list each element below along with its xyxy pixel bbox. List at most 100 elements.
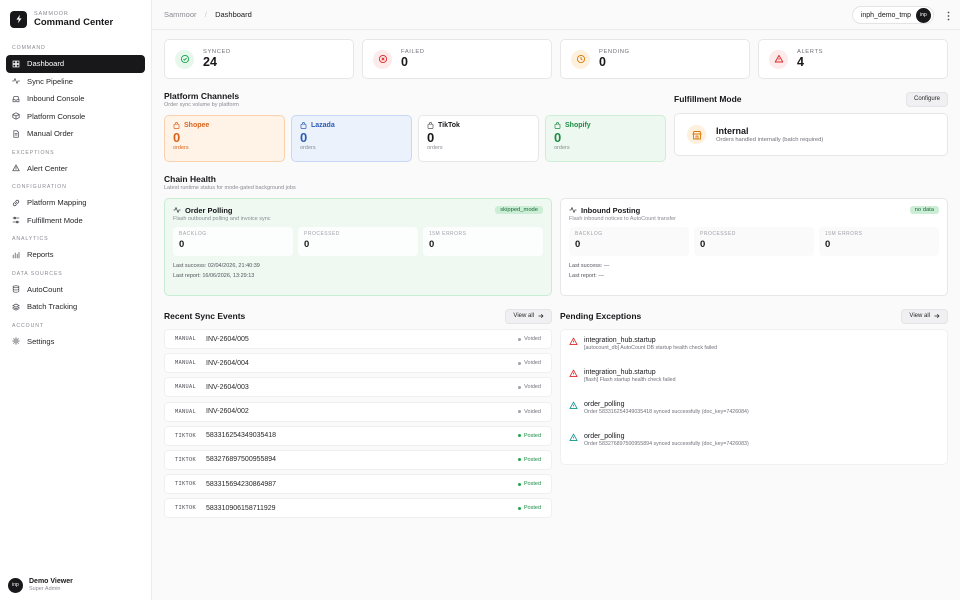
exception-title: integration_hub.startup xyxy=(584,337,656,344)
metric-processed: PROCESSED 0 xyxy=(298,227,418,256)
sidebar-item-alert-center[interactable]: Alert Center xyxy=(6,160,145,178)
sidebar-item-autocount[interactable]: AutoCount xyxy=(6,281,145,299)
pending-exceptions-title: Pending Exceptions xyxy=(560,311,642,321)
event-reference: 583315694230864987 xyxy=(206,480,277,488)
status-badge: Posted xyxy=(517,505,541,511)
channel-unit: orders xyxy=(554,145,570,151)
event-source: TIKTOK xyxy=(175,456,196,463)
configure-button[interactable]: Configure xyxy=(905,91,948,107)
table-row[interactable]: TIKTOK 583310906158711929 Posted xyxy=(164,498,552,519)
pulse-icon xyxy=(173,207,181,213)
list-item[interactable]: integration_hub.startup [flash] Flash sta… xyxy=(569,365,939,397)
stat-card-alerts[interactable]: ALERTS 4 xyxy=(758,39,948,79)
stat-card-failed[interactable]: FAILED 0 xyxy=(362,39,552,79)
table-row[interactable]: TIKTOK 583276897500955894 Posted xyxy=(164,449,552,470)
status-badge: Voided xyxy=(518,360,541,366)
status-label: Voided xyxy=(524,408,541,415)
exceptions-list: integration_hub.startup [autocount_db] Au… xyxy=(560,329,948,465)
table-row[interactable]: MANUAL INV-2604/003 Voided xyxy=(164,377,552,398)
exceptions-view-all-button[interactable]: View all xyxy=(901,308,948,324)
pending-exceptions: Pending Exceptions View all integration_… xyxy=(560,308,948,523)
platform-channels-title: Platform Channels xyxy=(164,91,240,101)
status-dot-icon xyxy=(517,458,521,462)
status-dot-icon xyxy=(517,506,521,510)
event-reference: 583310906158711929 xyxy=(206,504,276,512)
warning-icon xyxy=(569,401,578,409)
store-icon xyxy=(687,125,706,144)
table-row[interactable]: TIKTOK 583315694230864987 Posted xyxy=(164,474,552,495)
check-circle-icon xyxy=(175,49,194,69)
exception-title: order_polling xyxy=(584,401,625,408)
event-reference: 583316254349035418 xyxy=(206,432,277,440)
table-row[interactable]: MANUAL INV-2604/005 Voided xyxy=(164,329,552,349)
breadcrumb-separator: / xyxy=(204,10,207,19)
status-dot-icon xyxy=(518,361,522,365)
channel-name: Lazada xyxy=(311,122,335,129)
sidebar-item-sync-pipeline[interactable]: Sync Pipeline xyxy=(6,73,145,91)
grid-icon xyxy=(12,60,20,68)
channel-order-count: 0 xyxy=(173,130,181,145)
metric-label: BACKLOG xyxy=(575,231,603,237)
chain-title: Inbound Posting xyxy=(581,205,641,215)
sidebar-item-platform-mapping[interactable]: Platform Mapping xyxy=(6,194,145,212)
fulfillment-mode-panel: Fulfillment Mode Configure Internal Orde… xyxy=(674,91,948,162)
status-badge: Voided xyxy=(518,336,541,342)
chain-title: Order Polling xyxy=(185,205,233,215)
channel-card-shopee[interactable]: Shopee 0 orders xyxy=(164,115,285,162)
channel-card-tiktok[interactable]: TikTok 0 orders xyxy=(418,115,539,162)
metric-label: 15M ERRORS xyxy=(825,231,863,237)
sidebar-item-platform-console[interactable]: Platform Console xyxy=(6,108,145,126)
shopping-bag-icon xyxy=(554,122,561,129)
list-item[interactable]: integration_hub.startup [autocount_db] Au… xyxy=(569,333,939,365)
gear-icon xyxy=(12,337,20,346)
brand: SAMMOOR Command Center xyxy=(6,8,145,38)
warning-icon xyxy=(569,369,578,377)
more-icon[interactable] xyxy=(947,11,950,21)
status-label: Posted xyxy=(523,481,541,488)
table-row[interactable]: TIKTOK 583316254349035418 Posted xyxy=(164,425,552,446)
sidebar-item-reports[interactable]: Reports xyxy=(6,246,145,264)
metric-backlog: BACKLOG 0 xyxy=(173,227,293,256)
event-source: MANUAL xyxy=(175,360,196,367)
breadcrumb-root[interactable]: Sammoor xyxy=(164,10,197,19)
fulfillment-mode-value: Internal xyxy=(716,126,749,136)
list-item[interactable]: order_polling Order 583276897500955894 sy… xyxy=(569,429,939,461)
view-all-label: View all xyxy=(513,313,534,319)
sidebar-item-manual-order[interactable]: Manual Order xyxy=(6,125,145,143)
sidebar-item-settings[interactable]: Settings xyxy=(6,333,145,351)
shopping-bag-icon xyxy=(300,122,307,129)
metric-value: 0 xyxy=(429,239,435,250)
stat-card-synced[interactable]: SYNCED 24 xyxy=(164,39,354,79)
sidebar-item-inbound-console[interactable]: Inbound Console xyxy=(6,90,145,108)
view-all-label: View all xyxy=(909,313,930,319)
channel-card-shopify[interactable]: Shopify 0 orders xyxy=(545,115,666,162)
event-reference: INV-2604/003 xyxy=(206,383,249,391)
sidebar-item-fulfillment-mode[interactable]: Fulfillment Mode xyxy=(6,212,145,230)
table-row[interactable]: MANUAL INV-2604/004 Voided xyxy=(164,353,552,374)
table-row[interactable]: MANUAL INV-2604/002 Voided xyxy=(164,401,552,422)
event-reference: INV-2604/004 xyxy=(206,359,249,367)
arrow-right-icon xyxy=(934,313,940,319)
status-badge: Voided xyxy=(518,409,541,415)
status-badge: skipped_mode xyxy=(495,206,543,214)
channel-order-count: 0 xyxy=(554,130,562,145)
channel-card-lazada[interactable]: Lazada 0 orders xyxy=(291,115,412,162)
user-profile[interactable]: inp Demo Viewer Super Admin xyxy=(8,577,73,593)
exception-detail: Order 583276897500955894 synced successf… xyxy=(584,441,749,447)
metric-value: 0 xyxy=(179,239,185,250)
tenant-switcher[interactable]: inph_demo_tmp inp xyxy=(851,6,934,24)
status-dot-icon xyxy=(518,337,522,341)
stat-card-pending[interactable]: PENDING 0 xyxy=(560,39,750,79)
metric-label: PROCESSED xyxy=(700,231,736,237)
sidebar-item-batch-tracking[interactable]: Batch Tracking xyxy=(6,298,145,316)
channel-order-count: 0 xyxy=(427,130,435,145)
list-item[interactable]: order_polling Order 583316254349035418 sy… xyxy=(569,397,939,429)
events-view-all-button[interactable]: View all xyxy=(505,308,552,324)
status-label: Posted xyxy=(523,456,541,463)
database-icon xyxy=(12,285,20,293)
sidebar-item-dashboard[interactable]: Dashboard xyxy=(6,55,145,73)
pulse-icon xyxy=(12,78,20,85)
status-dot-icon xyxy=(518,385,522,389)
recent-events-title: Recent Sync Events xyxy=(164,311,246,321)
event-source: TIKTOK xyxy=(175,481,196,488)
